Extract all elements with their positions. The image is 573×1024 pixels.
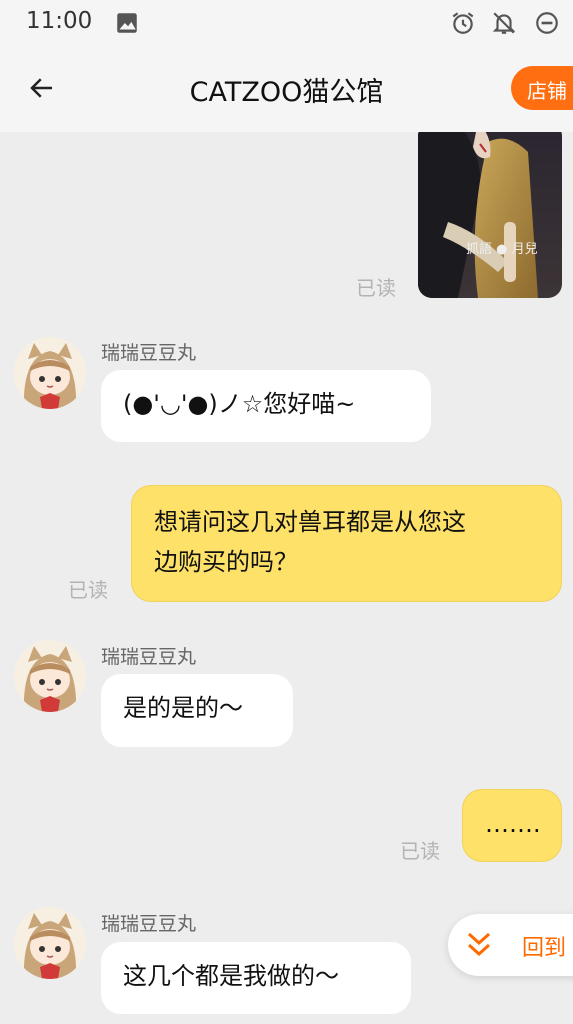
double-chevron-down-icon: [467, 932, 491, 957]
image-caption: 抓語 ● 月兒: [466, 242, 538, 257]
notifications-off-icon: [492, 12, 516, 34]
read-receipt: 已读: [356, 276, 396, 300]
sender-name: 瑞瑞豆豆丸: [101, 646, 197, 668]
message-bubble[interactable]: (●'◡'●)ノ☆您好喵~: [101, 370, 431, 442]
cat-girl-avatar-icon: [14, 337, 86, 409]
chat-title: CATZOO猫公馆: [189, 77, 384, 108]
jump-label: 回到: [522, 936, 567, 961]
message-bubble[interactable]: 是的是的～: [101, 674, 293, 747]
cat-girl-avatar-icon: [14, 907, 86, 979]
message-bubble[interactable]: 想请问这几对兽耳都是从您这 边购买的吗？: [131, 485, 562, 602]
sender-name: 瑞瑞豆豆丸: [101, 913, 197, 935]
photo-thumbnail: [418, 132, 562, 298]
do-not-disturb-icon: [536, 12, 558, 34]
sender-name: 瑞瑞豆豆丸: [101, 342, 197, 364]
alarm-icon: [452, 12, 474, 34]
message-line: 想请问这几对兽耳都是从您这: [154, 508, 466, 536]
avatar[interactable]: [14, 337, 86, 409]
read-receipt: 已读: [68, 578, 108, 602]
status-bar: 11:00: [0, 0, 573, 46]
message-bubble[interactable]: …….: [462, 789, 562, 862]
avatar[interactable]: [14, 907, 86, 979]
jump-to-latest-button[interactable]: 回到: [448, 914, 573, 976]
image-icon: [117, 13, 137, 33]
image-message[interactable]: 抓語 ● 月兒: [418, 132, 562, 298]
message-bubble[interactable]: 这几个都是我做的～: [101, 942, 411, 1014]
cat-girl-avatar-icon: [14, 640, 86, 712]
message-line: 边购买的吗？: [154, 548, 298, 576]
chat-list[interactable]: 已读 抓語 ● 月兒 瑞瑞豆豆丸 (●'◡'●)ノ☆您好喵~ 已读 想请问这几对…: [0, 132, 573, 1024]
shop-button[interactable]: 店铺: [511, 66, 573, 110]
read-receipt: 已读: [400, 839, 440, 863]
avatar[interactable]: [14, 640, 86, 712]
status-time: 11:00: [26, 8, 93, 34]
chat-header: CATZOO猫公馆 店铺: [0, 46, 573, 132]
